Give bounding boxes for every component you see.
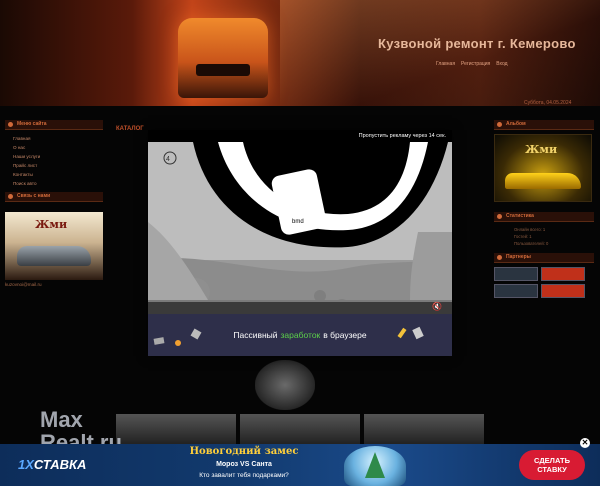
partner-badge[interactable] — [494, 284, 538, 298]
ad-banner[interactable]: Пассивный заработок в браузере — [148, 314, 452, 356]
date-line: Суббота, 04.05.2024 — [524, 100, 572, 106]
banner-text-after: в браузере — [323, 330, 367, 340]
contact-email[interactable]: kuzovnoi@mail.ru — [5, 282, 103, 287]
nav-home[interactable]: Главная — [436, 61, 455, 67]
photo-thumb[interactable] — [364, 414, 484, 444]
menu-item-prices[interactable]: Прайс лист — [5, 161, 103, 170]
bottom-ad-banner[interactable]: 1XСТАВКА Новогодний замес Мороз VS Санта… — [0, 444, 600, 486]
banner-text: Пассивный заработок в браузере — [233, 330, 366, 340]
ad-video-illustration: bmd 4 — [148, 142, 452, 300]
banner-text-highlight: заработок — [280, 330, 321, 340]
menu-item-services[interactable]: Наши услуги — [5, 152, 103, 161]
site-menu: Главная О нас Наши услуги Прайс лист Кон… — [5, 134, 103, 188]
header-car-image — [178, 18, 268, 98]
ad-video-frame[interactable]: bmd 4 — [148, 142, 452, 300]
links-title: Связь с нами — [5, 192, 103, 202]
album-title: Альбом — [494, 120, 594, 130]
brand-name: СТАВКА — [33, 457, 87, 472]
site-title: Кузвоной ремонт г. Кемерово — [378, 36, 576, 51]
header-road-image — [280, 0, 600, 106]
partner-badge[interactable] — [541, 267, 585, 281]
stats-title: Статистика — [494, 212, 594, 222]
photo-strip — [116, 414, 484, 444]
progress-bar[interactable] — [148, 300, 452, 302]
make-bet-label: СДЕЛАТЬ СТАВКУ — [534, 456, 570, 474]
stats-line: Онлайн всего: 1 — [514, 227, 546, 232]
promo-subtitle: Мороз VS Санта — [216, 461, 272, 468]
close-ad-icon[interactable]: ✕ — [580, 438, 590, 448]
photo-thumb[interactable] — [240, 414, 360, 444]
money-icon — [412, 326, 424, 340]
brand-prefix: 1X — [18, 457, 34, 472]
stats-block: Онлайн всего: 1 Гостей: 1 Пользователей:… — [494, 226, 594, 247]
menu-item-home[interactable]: Главная — [5, 134, 103, 143]
promo-tagline: Кто завалит тебя подарками? — [199, 472, 289, 479]
top-nav: Главная Регистрация Вход — [436, 61, 508, 67]
banner-text-before: Пассивный — [233, 330, 278, 340]
left-ad-car — [17, 246, 91, 266]
snow-globe-image — [344, 446, 406, 486]
stats-line: Пользователей: 0 — [514, 241, 549, 246]
nav-login[interactable]: Вход — [496, 61, 507, 67]
partner-badge[interactable] — [494, 267, 538, 281]
svg-text:4: 4 — [166, 156, 170, 163]
money-icon — [153, 337, 165, 345]
skip-ad-countdown[interactable]: Пропустить рекламу через 14 сек. — [148, 130, 452, 142]
menu-item-contacts[interactable]: Контакты — [5, 170, 103, 179]
video-controls: 🔇 — [148, 300, 452, 314]
video-ad-overlay: Пропустить рекламу через 14 сек. bmd 4 🔇 — [148, 130, 452, 356]
menu-item-search[interactable]: Поиск авто — [5, 179, 103, 188]
album-car — [505, 173, 581, 189]
brand-logo: 1XСТАВКА — [18, 457, 86, 472]
ad-screen-label: bmd — [292, 219, 304, 225]
center-title: КАТАЛОГ — [116, 126, 144, 132]
right-sidebar: Альбом Жми Статистика Онлайн всего: 1 Го… — [494, 120, 594, 298]
menu-title: Меню сайта — [5, 120, 103, 130]
stats-line: Гостей: 1 — [514, 234, 532, 239]
partner-badges — [494, 267, 594, 298]
left-ad-banner[interactable]: Жми — [5, 212, 103, 280]
background-photo — [255, 360, 315, 410]
partner-badge[interactable] — [541, 284, 585, 298]
watermark-line: Max — [40, 407, 83, 432]
car-grill — [196, 64, 250, 76]
photo-thumb[interactable] — [116, 414, 236, 444]
money-icon — [190, 328, 202, 340]
make-bet-button[interactable]: СДЕЛАТЬ СТАВКУ — [519, 450, 585, 480]
promo-title: Новогодний замес — [189, 446, 299, 457]
coin-icon — [175, 340, 181, 346]
album-text: Жми — [525, 143, 558, 156]
site-header: Кузвоной ремонт г. Кемерово Главная Реги… — [0, 0, 600, 106]
nav-register[interactable]: Регистрация — [461, 61, 490, 67]
mute-icon[interactable]: 🔇 — [432, 303, 442, 311]
left-ad-text: Жми — [35, 218, 68, 231]
partners-title: Партнеры — [494, 253, 594, 263]
left-sidebar: Меню сайта Главная О нас Наши услуги Пра… — [5, 120, 103, 287]
menu-item-about[interactable]: О нас — [5, 143, 103, 152]
album-banner[interactable]: Жми — [494, 134, 592, 202]
pencil-icon — [397, 327, 407, 339]
tree-icon — [365, 452, 385, 478]
